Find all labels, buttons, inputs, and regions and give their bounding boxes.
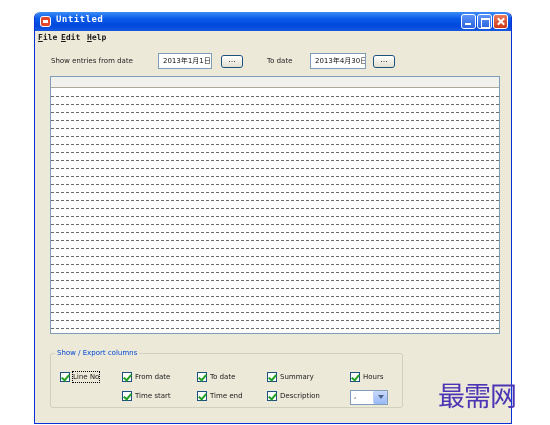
table-row[interactable] xyxy=(51,233,499,241)
table-row[interactable] xyxy=(51,297,499,305)
table-row[interactable] xyxy=(51,217,499,225)
checkmark-icon xyxy=(122,391,132,401)
close-button[interactable] xyxy=(493,14,508,29)
table-row[interactable] xyxy=(51,121,499,129)
checkbox-label: To date xyxy=(210,373,236,381)
table-row[interactable] xyxy=(51,177,499,185)
from-date-field[interactable]: 2013年1月1日 xyxy=(158,53,212,69)
menu-file[interactable]: File xyxy=(38,33,57,42)
to-date-label: To date xyxy=(267,57,293,65)
checkmark-icon xyxy=(350,372,360,382)
watermark-text: 最需网 xyxy=(438,382,517,413)
table-row[interactable] xyxy=(51,257,499,265)
table-row[interactable] xyxy=(51,97,499,105)
table-row[interactable] xyxy=(51,265,499,273)
checkbox-label: Description xyxy=(280,392,320,400)
table-row[interactable] xyxy=(51,129,499,137)
table-row[interactable] xyxy=(51,145,499,153)
from-date-picker-button[interactable]: ... xyxy=(221,55,243,68)
entries-list[interactable] xyxy=(50,76,500,334)
table-row[interactable] xyxy=(51,225,499,233)
table-row[interactable] xyxy=(51,305,499,313)
menu-edit[interactable]: Edit xyxy=(61,33,80,42)
checkbox-label: Time start xyxy=(135,392,171,400)
table-row[interactable] xyxy=(51,241,499,249)
table-row[interactable] xyxy=(51,289,499,297)
table-row[interactable] xyxy=(51,273,499,281)
checkbox-label: Line No xyxy=(71,371,101,383)
separator-select[interactable]: , xyxy=(350,390,388,405)
columns-group-title: Show / Export columns xyxy=(55,349,140,357)
checkmark-icon xyxy=(197,391,207,401)
table-row[interactable] xyxy=(51,153,499,161)
menu-bar: File Edit Help xyxy=(35,31,511,44)
table-row[interactable] xyxy=(51,185,499,193)
chevron-down-icon[interactable] xyxy=(373,391,387,404)
checkbox-label: Summary xyxy=(280,373,314,381)
maximize-button[interactable] xyxy=(477,14,492,29)
from-date-label: Show entries from date xyxy=(51,57,133,65)
table-row[interactable] xyxy=(51,169,499,177)
app-icon[interactable] xyxy=(40,16,51,27)
list-header xyxy=(51,77,499,88)
separator-select-value: , xyxy=(354,392,357,400)
table-row[interactable] xyxy=(51,113,499,121)
menu-help[interactable]: Help xyxy=(87,33,106,42)
table-row[interactable] xyxy=(51,137,499,145)
main-window: Untitled File Edit Help Show entries fro… xyxy=(34,12,512,424)
checkmark-icon xyxy=(197,372,207,382)
checkbox-label: From date xyxy=(135,373,171,381)
table-row[interactable] xyxy=(51,193,499,201)
to-date-picker-button[interactable]: ... xyxy=(373,55,395,68)
checkmark-icon xyxy=(60,372,70,382)
table-row[interactable] xyxy=(51,209,499,217)
table-row[interactable] xyxy=(51,321,499,329)
title-bar[interactable]: Untitled xyxy=(35,12,511,31)
checkbox-label: Time end xyxy=(210,392,243,400)
checkmark-icon xyxy=(122,372,132,382)
minimize-button[interactable] xyxy=(461,14,476,29)
table-row[interactable] xyxy=(51,313,499,321)
window-title: Untitled xyxy=(56,15,104,25)
table-row[interactable] xyxy=(51,161,499,169)
checkmark-icon xyxy=(267,391,277,401)
to-date-field[interactable]: 2013年4月30日 xyxy=(310,53,366,69)
table-row[interactable] xyxy=(51,201,499,209)
checkbox-label: Hours xyxy=(363,373,384,381)
table-row[interactable] xyxy=(51,249,499,257)
checkmark-icon xyxy=(267,372,277,382)
table-row[interactable] xyxy=(51,89,499,97)
table-row[interactable] xyxy=(51,281,499,289)
table-row[interactable] xyxy=(51,105,499,113)
